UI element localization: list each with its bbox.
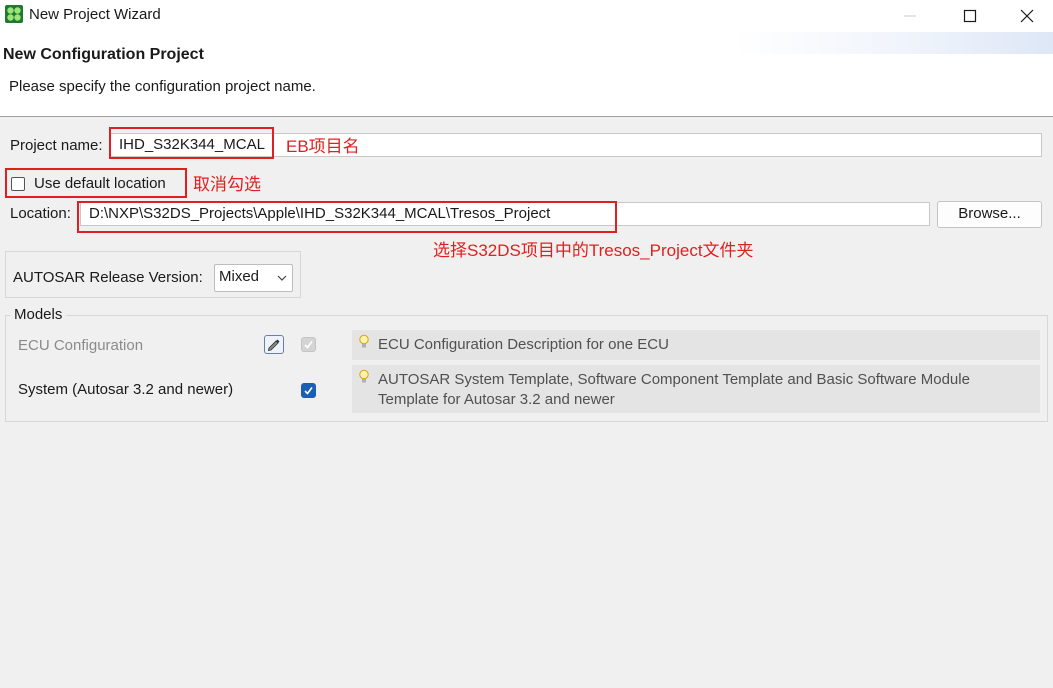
model-name-system: System (Autosar 3.2 and newer) <box>18 381 234 398</box>
minimize-icon <box>904 15 916 17</box>
location-label: Location: <box>10 205 71 222</box>
annotation-project-name: EB项目名 <box>286 137 360 156</box>
maximize-icon <box>963 9 977 23</box>
maximize-button[interactable] <box>940 0 1000 32</box>
project-name-label: Project name: <box>10 137 103 154</box>
wizard-header: New Configuration Project Please specify… <box>0 32 1053 117</box>
page-description: Please specify the configuration project… <box>9 78 316 95</box>
page-title: New Configuration Project <box>3 46 204 63</box>
annotation-box-checkbox <box>5 168 187 198</box>
system-description: AUTOSAR System Template, Software Compon… <box>352 365 1040 413</box>
browse-button[interactable]: Browse... <box>937 201 1042 228</box>
annotation-box-location <box>77 201 617 233</box>
autosar-version-select[interactable]: Mixed <box>214 264 293 292</box>
ecu-configuration-checkbox <box>301 337 316 352</box>
models-title: Models <box>10 306 67 323</box>
check-icon <box>304 341 313 349</box>
close-button[interactable] <box>997 0 1053 32</box>
lightbulb-icon <box>358 334 370 356</box>
ecu-configuration-description: ECU Configuration Description for one EC… <box>352 330 1040 360</box>
close-icon <box>1020 9 1034 23</box>
chevron-down-icon <box>277 275 287 281</box>
system-checkbox[interactable] <box>301 383 316 398</box>
lightbulb-icon <box>358 369 370 391</box>
annotation-checkbox: 取消勾选 <box>193 175 261 194</box>
model-name-ecu-configuration: ECU Configuration <box>18 337 144 354</box>
title-bar: New Project Wizard <box>0 0 1053 32</box>
system-description-text: AUTOSAR System Template, Software Compon… <box>378 371 970 408</box>
autosar-version-label: AUTOSAR Release Version: <box>13 269 203 286</box>
app-icon <box>5 5 23 23</box>
ecu-configuration-description-text: ECU Configuration Description for one EC… <box>378 336 669 353</box>
window-title: New Project Wizard <box>29 6 161 23</box>
autosar-version-value: Mixed <box>219 268 260 285</box>
check-icon <box>304 387 313 395</box>
annotation-box-project-name <box>109 127 274 159</box>
annotation-location: 选择S32DS项目中的Tresos_Project文件夹 <box>433 241 754 260</box>
header-decoration <box>733 32 1053 54</box>
edit-icon[interactable] <box>264 335 284 354</box>
minimize-button[interactable] <box>880 0 940 32</box>
